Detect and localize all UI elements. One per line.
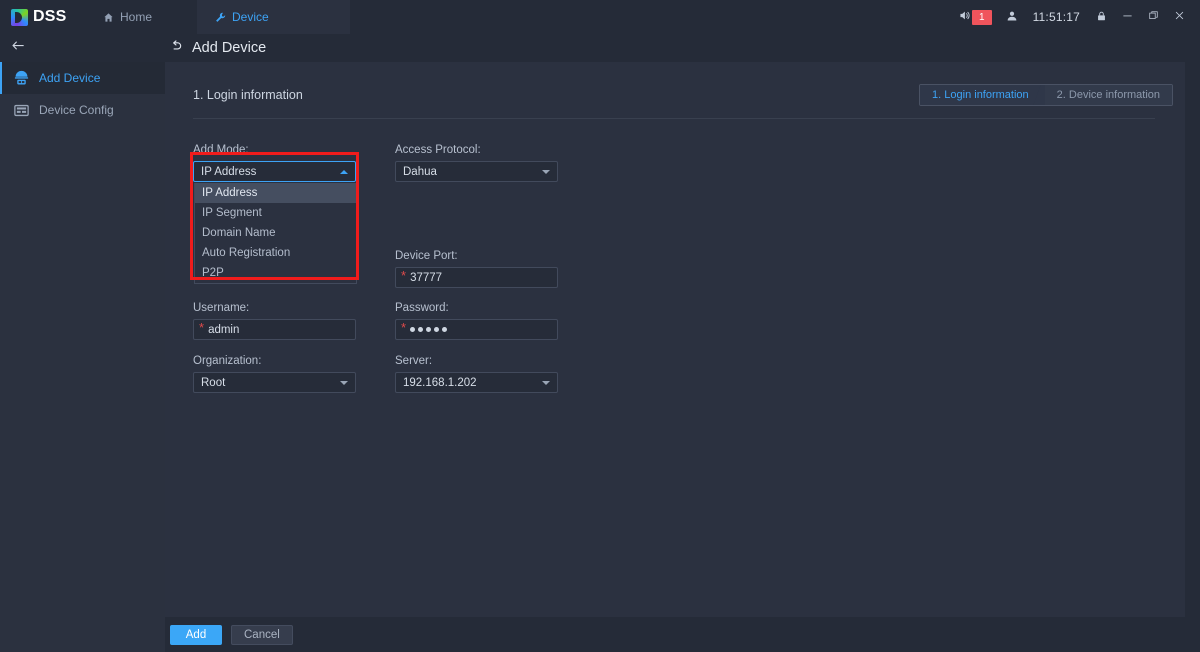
server-label: Server:: [395, 355, 433, 367]
user-menu[interactable]: [999, 0, 1025, 34]
sidebar-item-add-device[interactable]: Add Device: [0, 62, 165, 94]
header-divider: [193, 118, 1155, 119]
add-mode-option-ip-segment[interactable]: IP Segment: [195, 203, 356, 223]
page-header: Add Device: [170, 34, 266, 62]
minimize-button[interactable]: [1114, 0, 1140, 34]
access-protocol-label: Access Protocol:: [395, 144, 481, 156]
add-mode-select[interactable]: IP Address IP Address IP Segment Domain …: [193, 161, 357, 284]
chevron-down-icon: [542, 380, 550, 385]
alarm-count-badge: 1: [972, 9, 992, 25]
application-window: DSS Home Device 1 11:51:17 Add Device Ad…: [0, 0, 1200, 652]
main-nav-tabs: Home Device: [85, 0, 350, 34]
lock-icon: [1096, 10, 1107, 25]
step-login-information[interactable]: 1. Login information: [920, 85, 1045, 105]
alarm-indicator[interactable]: 1: [951, 0, 999, 34]
system-tray: 1 11:51:17: [951, 0, 1200, 34]
device-port-value: 37777: [410, 271, 443, 284]
username-value: admin: [208, 323, 240, 336]
undo-arrow-icon[interactable]: [170, 39, 184, 58]
field-add-mode: Add Mode: IP Address IP Address IP Segme…: [193, 144, 357, 284]
step-device-information-label: 2. Device information: [1056, 89, 1160, 101]
organization-value: Root: [201, 376, 226, 389]
step-device-information[interactable]: 2. Device information: [1044, 85, 1172, 105]
chevron-down-icon: [542, 169, 550, 174]
server-select[interactable]: 192.168.1.202: [395, 372, 558, 393]
step-login-information-label: 1. Login information: [932, 89, 1029, 101]
field-server: Server: 192.168.1.202: [395, 355, 558, 393]
field-username: Username: * admin: [193, 302, 356, 340]
password-label: Password:: [395, 302, 449, 314]
username-input[interactable]: * admin: [193, 319, 356, 340]
add-button[interactable]: Add: [170, 624, 222, 645]
field-access-protocol: Access Protocol: Dahua: [395, 144, 558, 182]
add-mode-option-domain-name[interactable]: Domain Name: [195, 223, 356, 243]
add-mode-label: Add Mode:: [193, 144, 249, 156]
page-title: Add Device: [192, 40, 267, 56]
camera-device-icon: [13, 70, 30, 87]
required-asterisk-icon: *: [401, 320, 407, 335]
close-icon: [1174, 10, 1185, 24]
username-label: Username:: [193, 302, 250, 314]
form-actions: Add Cancel: [165, 617, 1200, 652]
cancel-button[interactable]: Cancel: [231, 624, 293, 645]
sidebar-item-add-device-label: Add Device: [39, 71, 101, 85]
home-icon: [103, 12, 114, 23]
field-password: Password: *: [395, 302, 558, 340]
step-indicator: 1. Login information 2. Device informati…: [919, 84, 1173, 106]
organization-label: Organization:: [193, 355, 262, 367]
add-mode-option-ip-address[interactable]: IP Address: [195, 183, 356, 203]
add-mode-option-auto-registration[interactable]: Auto Registration: [195, 243, 356, 263]
back-arrow-icon: [11, 38, 26, 58]
add-mode-value: IP Address: [201, 165, 257, 178]
access-protocol-value: Dahua: [403, 165, 437, 178]
field-device-port: Device Port: * 37777: [395, 250, 558, 288]
wrench-icon: [215, 12, 226, 23]
maximize-icon: [1148, 10, 1159, 24]
lock-button[interactable]: [1088, 0, 1114, 34]
add-mode-dropdown: IP Address IP Segment Domain Name Auto R…: [194, 183, 357, 284]
access-protocol-select[interactable]: Dahua: [395, 161, 558, 182]
login-information-panel: 1. Login information 1. Login informatio…: [165, 62, 1185, 617]
dss-logo-icon: [11, 8, 28, 26]
device-port-label: Device Port:: [395, 250, 458, 262]
close-button[interactable]: [1166, 0, 1192, 34]
organization-select[interactable]: Root: [193, 372, 356, 393]
chevron-down-icon: [340, 380, 348, 385]
field-organization: Organization: Root: [193, 355, 356, 393]
tab-home[interactable]: Home: [85, 0, 197, 34]
speaker-icon: [958, 9, 971, 25]
device-port-input[interactable]: * 37777: [395, 267, 558, 288]
panel-header: 1. Login information 1. Login informatio…: [165, 62, 1185, 118]
sidebar-item-device-config[interactable]: Device Config: [0, 94, 165, 126]
server-value: 192.168.1.202: [403, 376, 477, 389]
add-mode-option-p2p[interactable]: P2P: [195, 263, 356, 283]
minimize-icon: [1122, 10, 1133, 24]
required-asterisk-icon: *: [199, 320, 205, 335]
tab-device-label: Device: [232, 10, 269, 24]
password-input[interactable]: *: [395, 319, 558, 340]
app-logo-text: DSS: [33, 8, 67, 25]
title-bar: DSS Home Device 1 11:51:17: [0, 0, 1200, 34]
user-icon: [1006, 10, 1018, 25]
tab-home-label: Home: [120, 10, 153, 24]
maximize-button[interactable]: [1140, 0, 1166, 34]
required-asterisk-icon: *: [401, 268, 407, 283]
password-masked-value: [410, 327, 448, 332]
clock: 11:51:17: [1032, 10, 1080, 24]
tab-device[interactable]: Device: [197, 0, 350, 34]
section-title: 1. Login information: [193, 88, 303, 102]
sidebar-item-device-config-label: Device Config: [39, 103, 114, 117]
sidebar: Add Device Device Config: [0, 62, 165, 652]
back-button[interactable]: [0, 34, 165, 62]
chevron-up-icon: [340, 169, 348, 174]
sub-header: Add Device: [0, 34, 1200, 62]
content-area: 1. Login information 1. Login informatio…: [165, 62, 1200, 652]
server-rack-icon: [13, 102, 30, 119]
app-logo: DSS: [0, 0, 85, 34]
